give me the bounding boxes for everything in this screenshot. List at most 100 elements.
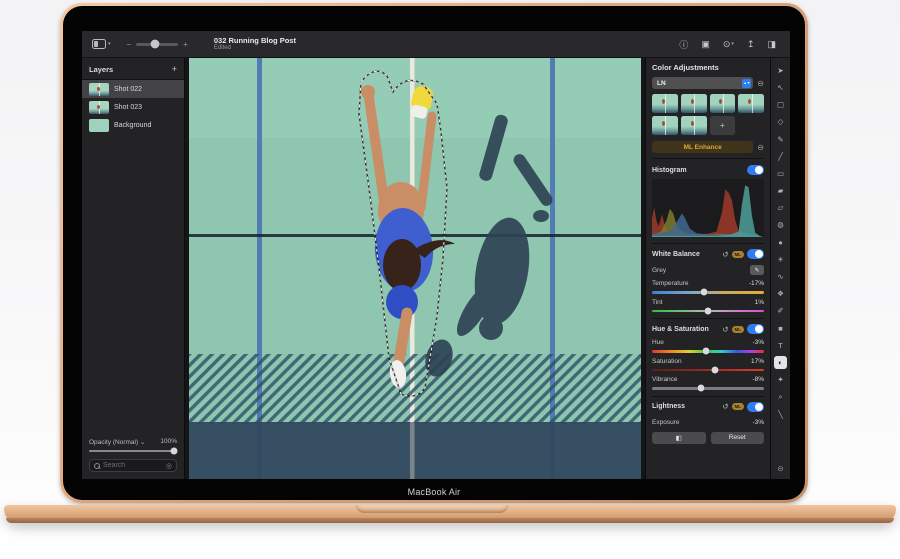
layer-label: Shot 022 <box>114 85 143 93</box>
layer-label: Shot 023 <box>114 103 143 111</box>
add-preset-button[interactable]: + <box>709 116 736 135</box>
sidebar-view-icon <box>92 39 106 49</box>
eyedropper-button[interactable]: ✎ <box>750 265 764 275</box>
ml-enhance-button[interactable]: ML Enhance <box>652 141 754 153</box>
more-options-icon[interactable]: ⊙ ▾ <box>723 39 734 50</box>
color-adjustments-tool[interactable]: ◐ <box>774 356 787 370</box>
eraser-tool[interactable]: ▰ <box>774 184 787 197</box>
slider-label: Vibrance <box>652 376 678 383</box>
slider-track[interactable] <box>652 384 764 392</box>
canvas-size-icon[interactable]: ▣ <box>701 39 710 50</box>
paint-tool[interactable]: ╱ <box>774 150 787 163</box>
eyedropper-tool[interactable]: ╲ <box>774 408 787 421</box>
pen-tool[interactable]: ✐ <box>774 305 787 318</box>
reset-button[interactable]: Reset <box>710 431 764 444</box>
preset-dropdown[interactable]: LN ▲▼ <box>652 77 754 89</box>
slider-track[interactable] <box>652 288 764 296</box>
canvas-area[interactable] <box>185 58 645 479</box>
layers-panel-title: Layers <box>89 64 114 74</box>
smudge-tool[interactable]: ∿ <box>774 270 787 283</box>
zoom-in-button[interactable]: + <box>183 40 188 49</box>
fill-tool[interactable]: ▱ <box>774 202 787 215</box>
adjustments-title: Color Adjustments <box>652 63 719 72</box>
section-toggle[interactable] <box>747 401 764 412</box>
sidebar-toggle-icon[interactable]: ◨ <box>767 39 776 50</box>
layer-row[interactable]: Shot 023 <box>82 98 184 116</box>
zoom-slider-thumb[interactable] <box>150 39 160 49</box>
preset-thumbnail[interactable] <box>738 94 764 113</box>
preset-dropdown-value: LN <box>657 79 666 87</box>
section-header-hue-saturation: Hue & Saturation ↺ ML <box>652 318 764 334</box>
share-icon[interactable]: ↥ <box>747 39 755 50</box>
opacity-mode-selector[interactable]: Opacity (Normal) ⌄ <box>89 438 145 446</box>
compare-button[interactable]: ◧ <box>652 431 706 444</box>
search-filter-icon[interactable]: ◎ <box>166 462 172 470</box>
warp-tool[interactable]: ❖ <box>774 287 787 300</box>
preset-thumbnail[interactable] <box>680 116 707 135</box>
grey-label: Grey <box>652 266 667 274</box>
preset-thumbnail[interactable] <box>680 94 707 113</box>
slider-track[interactable] <box>652 347 764 355</box>
layer-label: Background <box>114 121 152 129</box>
effects-tool[interactable]: ✦ <box>774 373 787 386</box>
opacity-slider-thumb[interactable] <box>170 447 178 455</box>
slider-temperature: Temperature -17% <box>652 280 764 296</box>
arrange-tool[interactable]: ➤ <box>774 64 787 77</box>
ml-badge: ML <box>731 250 744 258</box>
zoom-tool[interactable]: ⌕ <box>774 391 787 404</box>
slider-label: Hue <box>652 339 664 346</box>
opacity-slider[interactable] <box>89 447 178 455</box>
section-toggle[interactable] <box>747 249 764 259</box>
slider-label: Tint <box>652 298 663 306</box>
preset-grid: + <box>652 94 764 135</box>
value-label: Exposure <box>652 418 680 426</box>
slider-head: Saturation 17% <box>652 358 764 365</box>
sharpen-tool[interactable]: ☀ <box>774 253 787 266</box>
adjustment-rows: Histogram White Balance ↺ ML Grey ✎ Temperatur… <box>652 159 764 444</box>
remove-enhance-button[interactable]: ⊖ <box>757 143 764 152</box>
slider-thumb[interactable] <box>704 307 712 315</box>
slider-thumb[interactable] <box>700 288 708 296</box>
pixel-tool[interactable]: ▭ <box>774 167 787 180</box>
add-layer-button[interactable]: + <box>172 64 177 74</box>
slider-hue: Hue -3% <box>652 339 764 355</box>
slider-thumb[interactable] <box>711 366 719 374</box>
chevron-down-icon: ▾ <box>108 41 111 47</box>
section-label: White Balance <box>652 250 700 258</box>
preset-thumbnail[interactable] <box>652 94 678 113</box>
section-toggle[interactable] <box>747 324 764 334</box>
slider-value: 1% <box>754 298 764 306</box>
remove-preset-button[interactable]: ⊖ <box>757 79 764 88</box>
search-input[interactable] <box>103 462 163 469</box>
reset-arrow-icon[interactable]: ↺ <box>722 325 728 334</box>
section-toggle[interactable] <box>747 165 764 175</box>
histogram-chart <box>652 179 764 237</box>
blur-tool[interactable]: ● <box>774 236 787 249</box>
slider-tint: Tint 1% <box>652 298 764 315</box>
layer-row[interactable]: Shot 022 <box>82 80 184 98</box>
slider-label: Temperature <box>652 280 689 287</box>
preset-thumbnail[interactable] <box>709 94 736 113</box>
layer-row[interactable]: Background <box>82 116 184 134</box>
rect-selection-tool[interactable]: ▢ <box>774 98 787 111</box>
quick-select-tool[interactable]: ✎ <box>774 133 787 146</box>
shape-tool[interactable]: ■ <box>774 322 787 335</box>
layer-thumbnail <box>89 100 109 114</box>
preset-thumbnail[interactable] <box>652 116 678 135</box>
view-options-button[interactable]: ▾ <box>92 39 111 49</box>
slider-track[interactable] <box>652 307 764 315</box>
lasso-tool[interactable]: ◇ <box>774 116 787 129</box>
reset-arrow-icon[interactable]: ↺ <box>722 402 728 411</box>
section-header-lightness: Lightness ↺ ML <box>652 395 764 412</box>
slider-thumb[interactable] <box>702 347 710 355</box>
info-icon[interactable]: ⓘ <box>679 38 688 51</box>
remove-tool[interactable]: ⊖ <box>774 462 787 475</box>
clone-tool[interactable]: ◍ <box>774 219 787 232</box>
zoom-out-button[interactable]: − <box>127 40 132 49</box>
reset-arrow-icon[interactable]: ↺ <box>722 250 728 259</box>
slider-track[interactable] <box>652 366 764 374</box>
slider-thumb[interactable] <box>697 384 705 392</box>
text-tool[interactable]: T <box>774 339 787 352</box>
select-arrow-tool[interactable]: ↖ <box>774 81 787 94</box>
zoom-slider[interactable] <box>136 39 179 49</box>
